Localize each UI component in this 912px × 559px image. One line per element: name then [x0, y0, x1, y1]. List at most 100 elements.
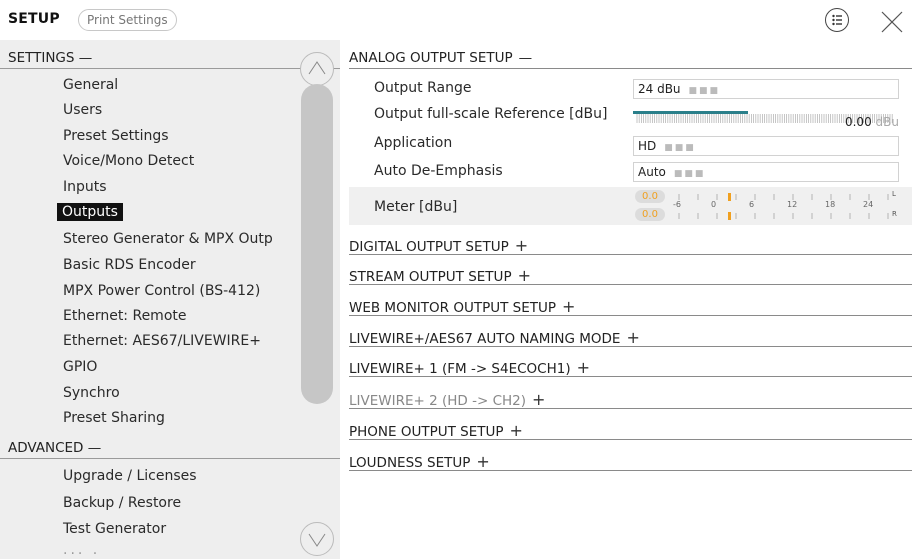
meter-left-peak: [728, 193, 731, 201]
close-icon[interactable]: [876, 6, 906, 36]
tab-print-settings[interactable]: Print Settings: [78, 9, 177, 31]
sidebar-item-ethernet-aes67[interactable]: Ethernet: AES67/LIVEWIRE+: [63, 333, 261, 349]
section-header[interactable]: LIVEWIRE+ 1 (FM -> S4ECOCH1) +: [349, 358, 590, 377]
section-header[interactable]: WEB MONITOR OUTPUT SETUP +: [349, 297, 575, 316]
divider: [0, 458, 340, 459]
meter-left-value: 0.0: [635, 190, 665, 203]
section-header[interactable]: PHONE OUTPUT SETUP +: [349, 421, 523, 440]
expand-icon[interactable]: +: [532, 390, 545, 409]
top-bar: SETUP Print Settings: [0, 0, 912, 40]
section-title: LIVEWIRE+ 1 (FM -> S4ECOCH1): [349, 361, 571, 377]
expand-icon[interactable]: +: [515, 236, 528, 255]
analog-output-header[interactable]: ANALOG OUTPUT SETUP —: [349, 50, 532, 66]
section-header[interactable]: LOUDNESS SETUP +: [349, 452, 490, 471]
meter-scale-label: 6: [749, 200, 755, 209]
output-range-label: Output Range: [374, 80, 472, 96]
expand-icon[interactable]: +: [577, 358, 590, 377]
divider: [349, 315, 912, 316]
expand-icon[interactable]: +: [562, 297, 575, 316]
divider: [349, 68, 912, 69]
sidebar-item-outputs[interactable]: Outputs: [57, 203, 123, 221]
divider: [349, 376, 912, 377]
dropdown-dots-icon: ■■■: [688, 86, 721, 96]
divider: [349, 254, 912, 255]
meter-right-value: 0.0: [635, 208, 665, 221]
expand-icon[interactable]: +: [518, 266, 531, 285]
expand-icon[interactable]: +: [510, 421, 523, 440]
sidebar-item-test-generator[interactable]: Test Generator: [63, 521, 166, 537]
sidebar-item-synchro[interactable]: Synchro: [63, 385, 120, 401]
output-range-value: 24 dBu: [638, 82, 681, 96]
meter-L-label: L: [892, 190, 896, 198]
scroll-down-button[interactable]: [300, 522, 334, 556]
divider: [349, 346, 912, 347]
application-value: HD: [638, 139, 657, 153]
section-title: LIVEWIRE+ 2 (HD -> CH2): [349, 393, 527, 409]
sidebar-item-backup-restore[interactable]: Backup / Restore: [63, 495, 181, 511]
section-title: PHONE OUTPUT SETUP: [349, 424, 504, 440]
sidebar-item-cut-off: ··· ·: [63, 546, 101, 559]
sidebar-item-basic-rds-encoder[interactable]: Basic RDS Encoder: [63, 257, 196, 273]
sidebar-item-preset-sharing[interactable]: Preset Sharing: [63, 410, 165, 426]
fullscale-value: 0.00: [844, 115, 872, 129]
output-range-select[interactable]: 24 dBu ■■■: [633, 79, 899, 99]
sidebar: SETTINGS — General Users Preset Settings…: [0, 40, 340, 559]
fullscale-slider[interactable]: 0.00 dBu: [633, 105, 899, 129]
section-title: LOUDNESS SETUP: [349, 455, 471, 471]
section-header[interactable]: LIVEWIRE+/AES67 AUTO NAMING MODE +: [349, 328, 640, 347]
advanced-header[interactable]: ADVANCED —: [8, 440, 101, 456]
dropdown-dots-icon: ■■■: [664, 143, 696, 153]
sidebar-item-voice-mono-detect[interactable]: Voice/Mono Detect: [63, 153, 194, 169]
meter-right-peak: [728, 212, 731, 220]
list-menu-icon[interactable]: [825, 8, 849, 32]
scroll-up-button[interactable]: [300, 52, 334, 86]
divider: [349, 284, 912, 285]
sidebar-item-general[interactable]: General: [63, 77, 118, 93]
divider: [349, 439, 912, 440]
level-meter: 0.0 0.0 -6 0 6 12 18 24 L R: [633, 188, 903, 224]
section-title: DIGITAL OUTPUT SETUP: [349, 239, 509, 255]
page-title: SETUP: [8, 11, 60, 27]
sidebar-item-stereo-generator[interactable]: Stereo Generator & MPX Outp: [63, 231, 273, 247]
slider-fill: [633, 111, 748, 114]
section-header[interactable]: LIVEWIRE+ 2 (HD -> CH2) +: [349, 390, 545, 409]
divider: [349, 470, 912, 471]
meter-R-label: R: [892, 210, 897, 218]
section-title: STREAM OUTPUT SETUP: [349, 269, 512, 285]
expand-icon[interactable]: +: [626, 328, 639, 347]
deemphasis-select[interactable]: Auto ■■■: [633, 162, 899, 182]
sidebar-item-upgrade-licenses[interactable]: Upgrade / Licenses: [63, 468, 197, 484]
settings-header[interactable]: SETTINGS —: [8, 50, 92, 66]
meter-scale-label: 18: [825, 200, 836, 209]
dropdown-dots-icon: ■■■: [673, 169, 706, 179]
sidebar-item-gpio[interactable]: GPIO: [63, 359, 97, 375]
sidebar-item-users[interactable]: Users: [63, 102, 102, 118]
fullscale-unit: dBu: [875, 115, 899, 129]
section-title: WEB MONITOR OUTPUT SETUP: [349, 300, 557, 316]
application-label: Application: [374, 135, 453, 151]
fullscale-reference-label: Output full-scale Reference [dBu]: [374, 106, 608, 122]
meter-scale-label: 24: [863, 200, 874, 209]
meter-scale-label: 12: [787, 200, 798, 209]
section-title: LIVEWIRE+/AES67 AUTO NAMING MODE: [349, 331, 621, 347]
meter-scale-label: -6: [673, 200, 681, 209]
section-header[interactable]: DIGITAL OUTPUT SETUP +: [349, 236, 528, 255]
sidebar-item-inputs[interactable]: Inputs: [63, 179, 107, 195]
collapse-icon[interactable]: —: [519, 50, 533, 66]
expand-icon[interactable]: +: [476, 452, 489, 471]
scrollbar-thumb[interactable]: [301, 84, 333, 404]
divider: [349, 408, 912, 409]
sidebar-item-mpx-power-control[interactable]: MPX Power Control (BS-412): [63, 283, 260, 299]
meter-scale-label: 0: [711, 200, 717, 209]
divider: [0, 68, 340, 69]
application-select[interactable]: HD ■■■: [633, 136, 899, 156]
sidebar-item-preset-settings[interactable]: Preset Settings: [63, 128, 169, 144]
section-title: ANALOG OUTPUT SETUP: [349, 50, 513, 66]
fullscale-readout: 0.00 dBu: [845, 115, 899, 129]
meter-label: Meter [dBu]: [374, 199, 458, 215]
section-header[interactable]: STREAM OUTPUT SETUP +: [349, 266, 531, 285]
main-panel: ANALOG OUTPUT SETUP — Output Range 24 dBu…: [340, 40, 912, 559]
deemphasis-label: Auto De-Emphasis: [374, 163, 503, 179]
sidebar-item-ethernet-remote[interactable]: Ethernet: Remote: [63, 308, 187, 324]
deemphasis-value: Auto: [638, 165, 666, 179]
